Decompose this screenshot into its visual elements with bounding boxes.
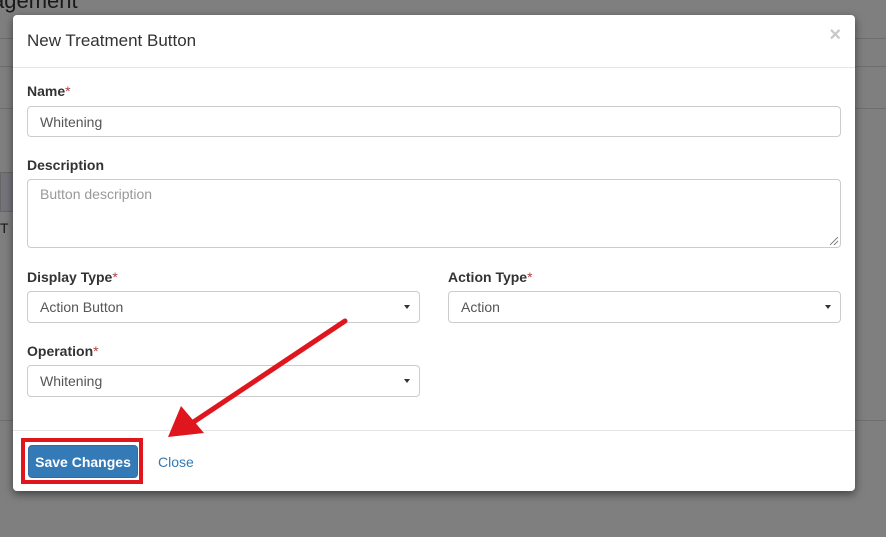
name-label-text: Name [27, 83, 66, 99]
operation-selected: Whitening [40, 373, 103, 389]
required-mark: * [527, 269, 533, 285]
save-changes-button[interactable]: Save Changes [28, 445, 138, 478]
caret-down-icon [404, 379, 410, 383]
operation-label: Operation* [27, 343, 99, 359]
action-type-label-text: Action Type [448, 269, 528, 285]
action-type-selected: Action [461, 299, 500, 315]
caret-down-icon [825, 305, 831, 309]
display-type-selected: Action Button [40, 299, 124, 315]
modal-header: New Treatment Button × [13, 15, 855, 68]
display-type-select[interactable]: Action Button [27, 291, 420, 323]
description-label: Description [27, 157, 105, 173]
required-mark: * [65, 83, 71, 99]
modal-footer: Save Changes Close [13, 430, 855, 491]
caret-down-icon [404, 305, 410, 309]
required-mark: * [93, 343, 99, 359]
display-type-label-text: Display Type [27, 269, 113, 285]
close-link[interactable]: Close [158, 454, 194, 470]
new-treatment-button-modal: New Treatment Button × Name* Description… [13, 15, 855, 491]
name-label: Name* [27, 83, 71, 99]
name-input[interactable] [27, 106, 841, 137]
operation-label-text: Operation [27, 343, 94, 359]
close-icon[interactable]: × [829, 25, 841, 45]
action-type-select[interactable]: Action [448, 291, 841, 323]
action-type-label: Action Type* [448, 269, 533, 285]
description-textarea[interactable] [27, 179, 841, 248]
display-type-label: Display Type* [27, 269, 118, 285]
modal-title: New Treatment Button [27, 31, 197, 50]
required-mark: * [112, 269, 118, 285]
operation-select[interactable]: Whitening [27, 365, 420, 397]
